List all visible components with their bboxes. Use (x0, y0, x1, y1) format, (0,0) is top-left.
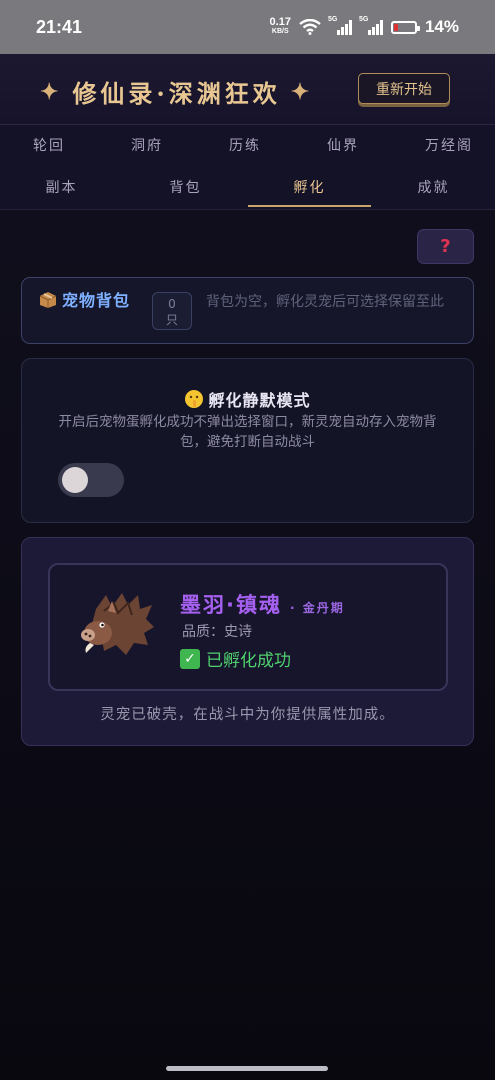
nav-row-secondary: 副本 背包 孵化 成就 (0, 167, 495, 207)
nav-row-primary: 轮回 洞府 历练 仙界 万经阁 (0, 125, 495, 165)
clock: 21:41 (36, 16, 83, 37)
battery-icon (390, 20, 420, 34)
pet-bag-panel: 宠物背包 0 只 背包为空，孵化灵宠后可选择保留至此 (21, 277, 474, 344)
sim1-label: 5G (327, 16, 338, 23)
game-title: ✦ 修仙录·深渊狂欢 ✦ (40, 74, 313, 109)
silent-mode-panel: 孵化静默模式 开启后宠物蛋孵化成功不弹出选择窗口，新灵宠自动存入宠物背包，避免打… (21, 358, 474, 523)
pet-bag-label: 宠物背包 (62, 291, 131, 310)
question-icon: ? (440, 236, 451, 257)
hatch-status-text: 已孵化成功 (206, 651, 291, 671)
check-mark-icon: ✓ (180, 648, 200, 669)
pet-bag-title: 宠物背包 (38, 290, 148, 312)
nav-tab-adventure[interactable]: 历练 (229, 135, 261, 155)
nav-tab-hatch[interactable]: 孵化 (248, 167, 371, 207)
pet-name: 墨羽·镇魂 · 金丹期 (180, 589, 345, 619)
cell-signal-icon: 5G (327, 16, 352, 35)
hatch-status: ✓ 已孵化成功 (180, 646, 291, 671)
status-icons: 0.17 KB/S 5G 5G 14% (269, 16, 459, 37)
pet-bag-count: 0 只 (152, 292, 192, 330)
nav-tab-achievements[interactable]: 成就 (372, 167, 495, 207)
restart-button[interactable]: 重新开始 (358, 73, 450, 104)
home-indicator[interactable] (166, 1066, 328, 1071)
pet-bag-empty-text: 背包为空，孵化灵宠后可选择保留至此 (206, 294, 444, 310)
sparkle-icon: ✦ (40, 78, 63, 105)
toggle-knob (62, 467, 88, 493)
nav-tab-immortal-realm[interactable]: 仙界 (327, 135, 359, 155)
game-title-text: 修仙录·深渊狂欢 (72, 79, 281, 108)
shushing-face-icon (185, 390, 204, 408)
battery-percent: 14% (424, 17, 459, 36)
help-button[interactable]: ? (417, 229, 474, 264)
status-bar: 21:41 0.17 KB/S 5G 5G 14% (0, 0, 495, 54)
cell-signal-icon: 5G (358, 16, 383, 35)
network-speed: 0.17 KB/S (269, 16, 291, 36)
nav-tab-dungeon[interactable]: 副本 (0, 167, 123, 207)
pet-name-text: 墨羽·镇魂 (180, 593, 282, 617)
network-speed-value: 0.17 (269, 16, 291, 28)
app-header: ✦ 修仙录·深渊狂欢 ✦ 重新开始 (0, 54, 495, 125)
pet-quality: 品质：史诗 (182, 624, 252, 640)
hatch-result-panel: 墨羽·镇魂 · 金丹期 品质：史诗 ✓ 已孵化成功 灵宠已破壳，在战斗中为你提供属… (21, 537, 474, 746)
silent-mode-toggle[interactable] (58, 463, 124, 497)
main-nav: 轮回 洞府 历练 仙界 万经阁 副本 背包 孵化 成就 (0, 125, 495, 210)
nav-tab-scripture-hall[interactable]: 万经阁 (425, 135, 473, 155)
nav-tab-reincarnation[interactable]: 轮回 (33, 135, 65, 155)
package-icon (39, 292, 57, 308)
nav-tab-cave[interactable]: 洞府 (131, 135, 163, 155)
pet-bag-count-value: 0 (168, 297, 176, 311)
boar-icon (81, 593, 154, 655)
network-speed-unit: KB/S (271, 28, 289, 35)
pet-bag-count-unit: 只 (165, 313, 178, 327)
silent-mode-title: 孵化静默模式 (208, 391, 311, 410)
pet-realm: · 金丹期 (289, 601, 345, 615)
silent-mode-heading: 孵化静默模式 (22, 387, 473, 411)
sparkle-icon: ✦ (290, 78, 314, 105)
sim2-label: 5G (358, 16, 369, 23)
pet-card: 墨羽·镇魂 · 金丹期 品质：史诗 ✓ 已孵化成功 (48, 563, 448, 691)
wifi-icon (299, 19, 321, 35)
nav-tab-inventory[interactable]: 背包 (124, 167, 247, 207)
hatch-result-note: 灵宠已破壳，在战斗中为你提供属性加成。 (100, 707, 395, 723)
silent-mode-description: 开启后宠物蛋孵化成功不弹出选择窗口，新灵宠自动存入宠物背包，避免打断自动战斗 (58, 414, 437, 450)
